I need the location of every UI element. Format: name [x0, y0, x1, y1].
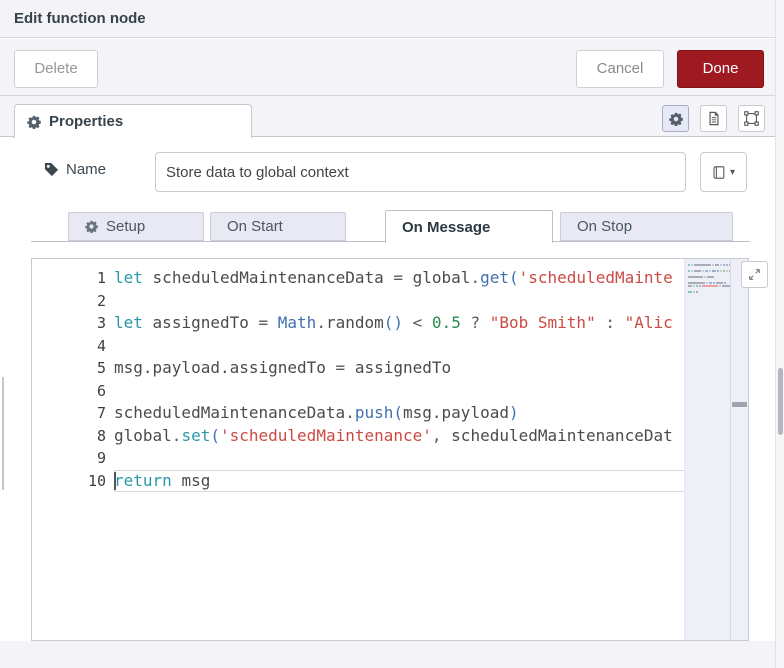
expand-editor-button[interactable]	[741, 261, 768, 288]
dialog-title: Edit function node	[14, 10, 146, 27]
edit-properties-button[interactable]	[662, 105, 689, 132]
window-scrollbar-thumb[interactable]	[778, 368, 783, 435]
code-line-10[interactable]: return msg	[114, 470, 687, 493]
tab-on-message[interactable]: On Message	[385, 210, 553, 243]
gear-icon	[85, 220, 98, 233]
line-number: 4	[96, 336, 106, 355]
gear-icon	[27, 115, 41, 129]
doc-icon	[707, 111, 721, 126]
line-number: 10	[87, 471, 106, 490]
appearance-button[interactable]	[738, 105, 765, 132]
dialog-footer-area	[0, 641, 784, 668]
delete-button[interactable]: Delete	[14, 50, 98, 88]
book-icon	[712, 165, 726, 180]
code-line-6[interactable]	[114, 380, 687, 403]
name-label-text: Name	[66, 161, 107, 178]
code-line-7[interactable]: scheduledMaintenanceData.push(msg.payloa…	[114, 402, 687, 425]
code-line-2[interactable]	[114, 290, 687, 313]
tag-icon	[44, 162, 59, 177]
line-number: 5	[96, 359, 106, 377]
code-line-5[interactable]: msg.payload.assignedTo = assignedTo	[114, 357, 687, 380]
tab-properties[interactable]: Properties	[14, 104, 252, 138]
code-line-9[interactable]	[114, 447, 687, 470]
left-scrollbar-line	[2, 377, 4, 490]
line-number: 9	[96, 449, 106, 467]
line-number: 2	[96, 291, 106, 310]
editor-gutter: 1 2 3 4 5 6 7 8 9 10	[32, 259, 106, 492]
name-field-label: Name	[44, 161, 106, 178]
tab-properties-label: Properties	[49, 113, 124, 130]
window-scrollbar[interactable]	[775, 0, 784, 668]
description-button[interactable]	[700, 105, 727, 132]
tab-label: On Message	[402, 218, 491, 236]
line-number: 6	[96, 381, 106, 400]
done-button[interactable]: Done	[677, 50, 764, 88]
editor-vertical-scrollbar[interactable]	[730, 259, 748, 640]
code-line-3[interactable]: let assignedTo = Math.random() < 0.5 ? "…	[114, 312, 687, 335]
tab-setup[interactable]: Setup	[68, 212, 204, 241]
expand-icon	[748, 268, 761, 281]
cancel-button[interactable]: Cancel	[576, 50, 664, 88]
code-line-1[interactable]: let scheduledMaintenanceData = global.ge…	[114, 267, 687, 290]
code-line-8[interactable]: global.set('scheduledMaintenance', sched…	[114, 425, 687, 448]
minimap-code-preview	[685, 259, 745, 294]
editor-scrollbar-thumb[interactable]	[732, 402, 747, 407]
tab-on-start[interactable]: On Start	[210, 212, 346, 241]
frame-icon	[744, 111, 759, 126]
tab-label: On Stop	[577, 218, 633, 235]
tab-label: Setup	[106, 218, 146, 235]
gear-icon	[668, 112, 683, 126]
code-editor[interactable]: 1 2 3 4 5 6 7 8 9 10 let scheduledMaintenanceData…	[31, 258, 749, 641]
code-line-4[interactable]	[114, 335, 687, 358]
name-input[interactable]	[155, 152, 686, 192]
editor-minimap[interactable]	[684, 259, 745, 640]
dialog-header: Edit function node	[0, 0, 784, 38]
dialog-button-row: Delete Cancel Done	[0, 39, 784, 96]
library-button[interactable]: ▾	[700, 152, 747, 192]
tab-label: On Start	[227, 218, 283, 235]
chevron-down-icon: ▾	[729, 166, 736, 178]
tab-on-stop[interactable]: On Stop	[560, 212, 733, 241]
editor-code-area[interactable]: let scheduledMaintenanceData = global.ge…	[114, 259, 687, 640]
line-number: 3	[96, 314, 106, 332]
line-number: 1	[96, 269, 106, 287]
line-number: 8	[96, 426, 106, 445]
editor-tabs: Setup On Start On Message On Stop	[31, 210, 750, 243]
line-number: 7	[96, 404, 106, 422]
